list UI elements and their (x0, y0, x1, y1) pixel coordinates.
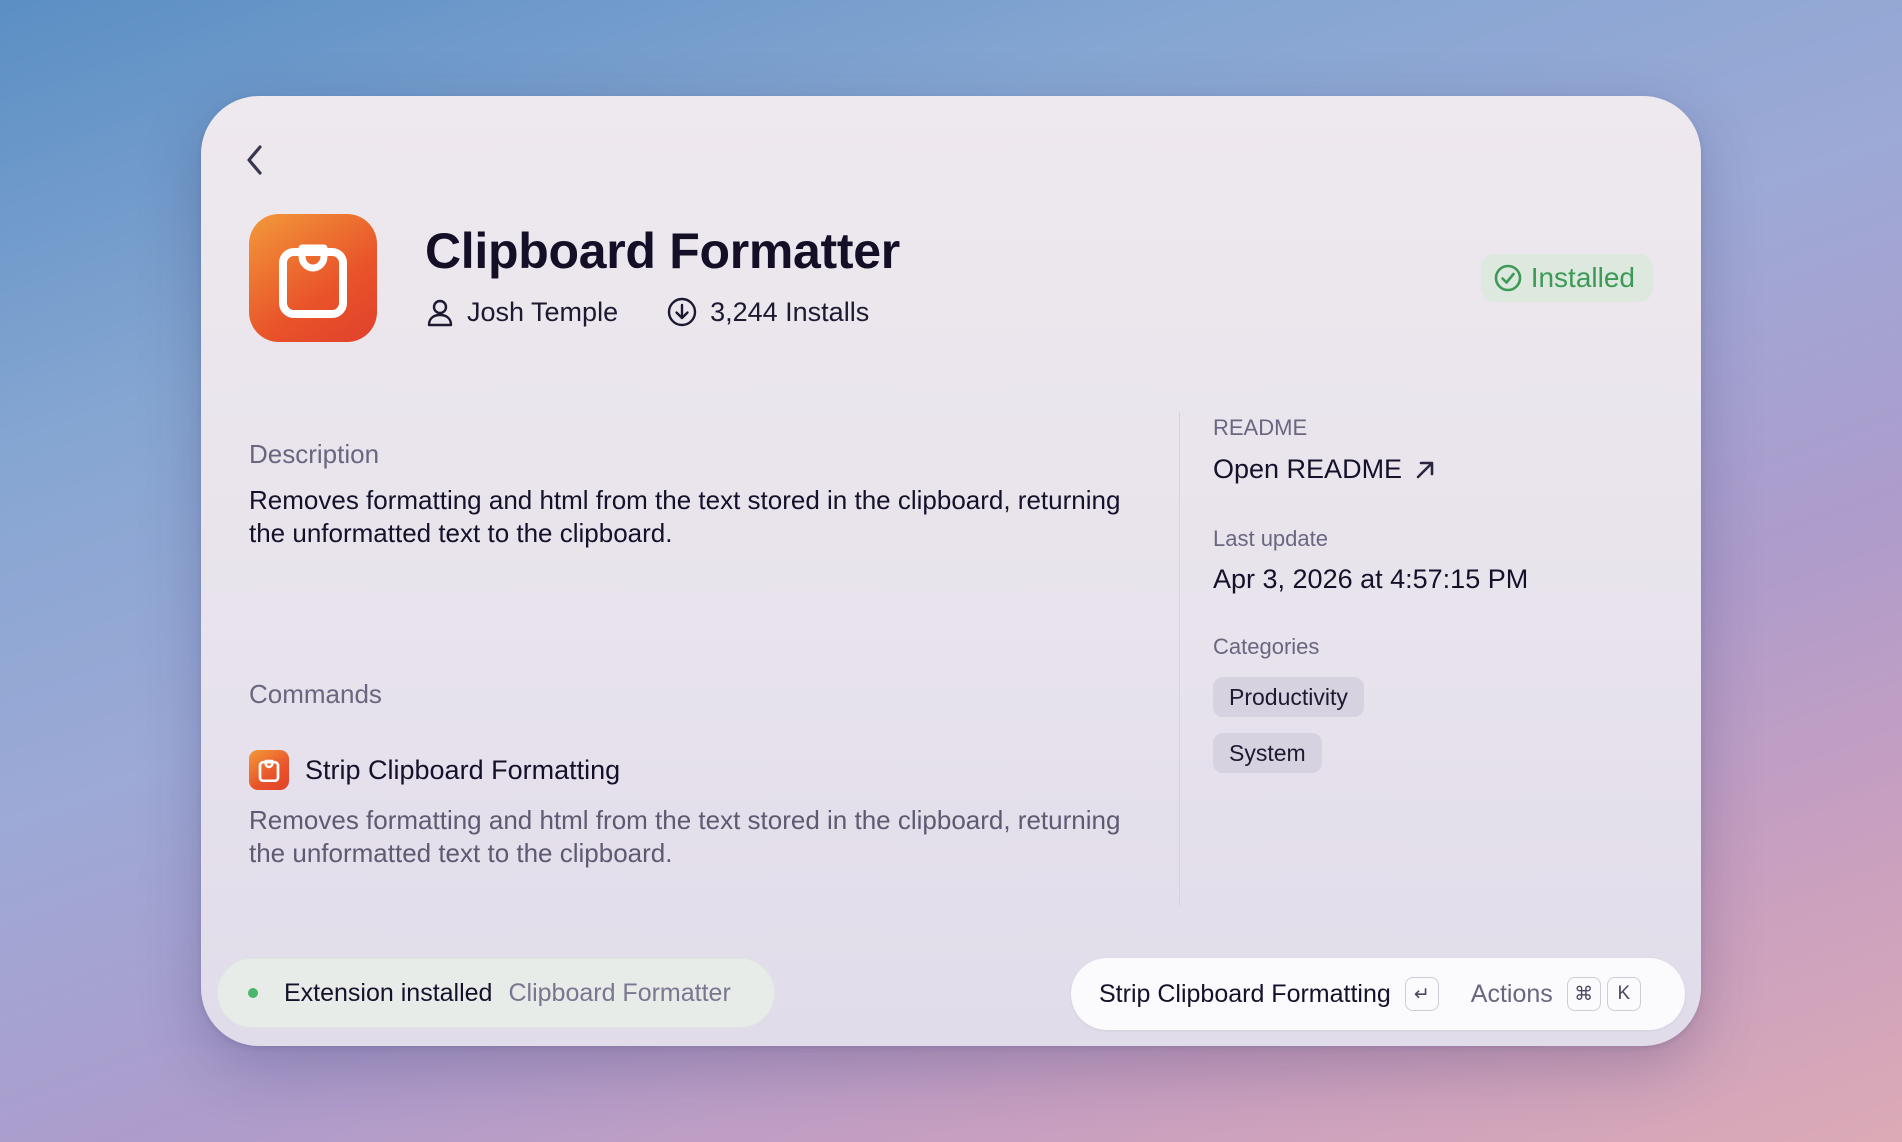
command-icon (249, 750, 289, 790)
category-chip-productivity[interactable]: Productivity (1213, 677, 1364, 717)
categories-heading: Categories (1213, 634, 1320, 659)
app-icon (249, 214, 377, 342)
open-readme-label: Open README (1213, 454, 1403, 484)
actions-button[interactable]: Actions (1471, 980, 1553, 1009)
extension-detail-window: Clipboard Formatter Josh Temple 3,244 In… (201, 96, 1701, 1046)
description-heading: Description (249, 439, 380, 469)
user-icon (427, 299, 453, 327)
installed-badge: Installed (1480, 254, 1653, 302)
success-dot (248, 988, 258, 998)
command-name: Strip Clipboard Formatting (305, 754, 621, 785)
enter-key-hint: ↵ (1404, 977, 1439, 1011)
primary-action-button[interactable]: Strip Clipboard Formatting (1099, 980, 1391, 1009)
install-count-label: 3,244 Installs (710, 296, 870, 327)
clipboard-icon (258, 759, 280, 782)
last-update-heading: Last update (1213, 526, 1328, 551)
k-key-hint: K (1606, 977, 1641, 1011)
extension-meta: Josh Temple 3,244 Installs (425, 296, 869, 328)
installed-badge-label: Installed (1530, 262, 1635, 293)
command-description: Removes formatting and html from the tex… (249, 805, 1121, 868)
toast-title: Extension installed (284, 978, 493, 1007)
author-name: Josh Temple (467, 296, 619, 327)
author-info: Josh Temple (425, 297, 618, 328)
action-bar: Strip Clipboard Formatting ↵ Actions ⌘ K (1071, 958, 1685, 1030)
check-circle-icon (1494, 264, 1522, 292)
category-chip-system[interactable]: System (1213, 733, 1322, 773)
description-text: Removes formatting and html from the tex… (249, 485, 1121, 548)
last-update-value: Apr 3, 2026 at 4:57:15 PM (1213, 564, 1529, 594)
readme-heading: README (1213, 415, 1308, 440)
column-divider (1179, 412, 1180, 906)
arrow-up-right-icon (1416, 461, 1434, 478)
install-toast: Extension installed Clipboard Formatter (217, 958, 775, 1028)
open-readme-link[interactable]: Open README (1213, 454, 1436, 485)
install-count: 3,244 Installs (666, 296, 869, 328)
command-key-hint: ⌘ (1566, 977, 1601, 1011)
commands-heading: Commands (249, 679, 382, 709)
clipboard-icon (279, 244, 347, 318)
command-item[interactable]: Strip Clipboard Formatting (249, 750, 620, 790)
extension-title: Clipboard Formatter (425, 223, 900, 279)
chevron-left-icon (247, 145, 262, 175)
back-button[interactable] (237, 142, 273, 178)
toast-subtitle: Clipboard Formatter (508, 978, 731, 1007)
download-circle-icon (667, 297, 697, 327)
